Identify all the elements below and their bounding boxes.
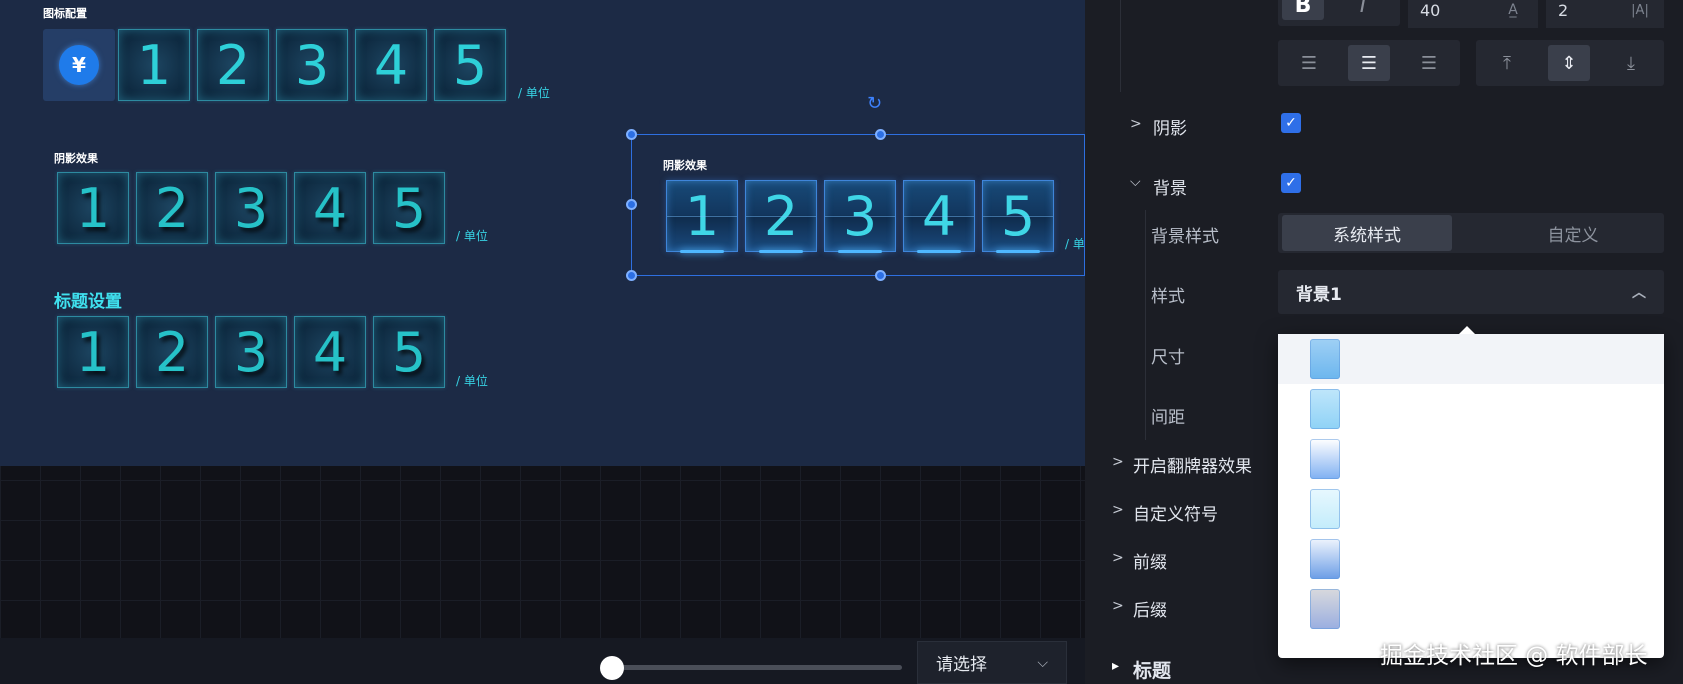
chevron-right-icon[interactable]: > [1112, 502, 1124, 518]
bg-swatch [1310, 589, 1340, 629]
rotate-handle-icon[interactable]: ↻ [867, 93, 882, 114]
resize-handle-left[interactable] [626, 199, 637, 210]
style-dropdown [1278, 326, 1664, 658]
zoom-slider-thumb[interactable] [600, 656, 624, 680]
block-caption-icon-config: 图标配置 [43, 7, 87, 20]
shadow-section-label[interactable]: 阴影 [1153, 114, 1187, 139]
align-middle-icon[interactable]: ⇕ [1548, 45, 1590, 81]
letter-spacing-icon: |A| [1616, 0, 1664, 28]
digit-card: 2 [136, 172, 208, 244]
style-label: 样式 [1151, 287, 1185, 307]
align-bottom-icon[interactable]: ⤓ [1610, 45, 1652, 81]
align-left-icon[interactable]: ☰ [1288, 45, 1330, 81]
bg-style-segmented: 系统样式 自定义 [1278, 213, 1664, 253]
bg-swatch [1310, 489, 1340, 529]
digit-card: 5 [373, 316, 445, 388]
style-select[interactable]: 背景1 ︿ [1278, 270, 1664, 314]
digit-card: 5 [373, 172, 445, 244]
digit-card: 4 [294, 172, 366, 244]
digit-card: 1 [57, 172, 129, 244]
digit-card: 3 [276, 29, 348, 101]
style-option[interactable] [1278, 484, 1664, 534]
bold-button[interactable]: B [1282, 0, 1324, 20]
bg-swatch [1310, 539, 1340, 579]
shadow-checkbox[interactable]: ✓ [1281, 113, 1301, 133]
digit-card: 3 [215, 316, 287, 388]
size-label: 尺寸 [1151, 348, 1185, 368]
caret-right-icon[interactable]: ▸ [1112, 658, 1119, 674]
font-style-group: B I [1278, 0, 1400, 26]
resize-handle-top[interactable] [875, 129, 886, 140]
digit-card: 4 [355, 29, 427, 101]
tree-guide [1120, 0, 1121, 92]
resize-handle-bottom[interactable] [875, 270, 886, 281]
tree-guide [1145, 210, 1146, 440]
prefix-section-label[interactable]: 前缀 [1133, 548, 1167, 573]
watermark: 掘金技术社区 @ 软件部长 [1380, 643, 1648, 669]
unit-label: / 单位 [456, 229, 488, 243]
block-caption-shadow: 阴影效果 [54, 152, 98, 165]
bg-swatch [1310, 389, 1340, 429]
style-option[interactable] [1278, 384, 1664, 434]
suffix-section-label[interactable]: 后缀 [1133, 596, 1167, 621]
letter-spacing-value: 2 [1558, 0, 1569, 20]
style-option[interactable] [1278, 434, 1664, 484]
chevron-right-icon[interactable]: > [1112, 598, 1124, 614]
digit-card: 2 [197, 29, 269, 101]
chevron-down-icon[interactable]: ⌵ [1130, 174, 1141, 190]
bg-swatch [1310, 339, 1340, 379]
background-section-label[interactable]: 背景 [1153, 174, 1187, 199]
chevron-right-icon[interactable]: > [1112, 550, 1124, 566]
bg-style-option-custom[interactable]: 自定义 [1488, 215, 1658, 251]
align-top-icon[interactable]: ⤒ [1486, 45, 1528, 81]
unit-label: / 单位 [456, 374, 488, 388]
title-section-label[interactable]: 标题 [1133, 656, 1171, 683]
artboard[interactable]: 图标配置 ¥ 1 2 3 4 5 / 单位 阴影效果 1 2 3 4 5 / 单… [0, 0, 1085, 466]
zoom-slider-track[interactable] [612, 665, 902, 670]
gap-label: 间距 [1151, 408, 1185, 428]
flip-effect-section-label[interactable]: 开启翻牌器效果 [1133, 452, 1252, 477]
unit-label: / 单位 [518, 86, 550, 100]
canvas-select-value: 请选择 [936, 655, 987, 675]
align-center-icon[interactable]: ☰ [1348, 45, 1390, 81]
chevron-down-icon: ⌵ [1037, 654, 1048, 671]
chevron-up-icon: ︿ [1632, 285, 1646, 301]
style-option[interactable] [1278, 534, 1664, 584]
yuan-coin-icon: ¥ [59, 45, 99, 85]
resize-handle-top-left[interactable] [626, 129, 637, 140]
bg-style-label: 背景样式 [1151, 227, 1219, 247]
letter-spacing-input[interactable]: 2 [1546, 0, 1616, 28]
align-right-icon[interactable]: ☰ [1408, 45, 1450, 81]
digit-card: 1 [118, 29, 190, 101]
horizontal-align-group: ☰ ☰ ☰ [1278, 40, 1460, 86]
chevron-right-icon[interactable]: > [1112, 454, 1124, 470]
vertical-align-group: ⤒ ⇕ ⤓ [1476, 40, 1664, 86]
digit-card: 1 [57, 316, 129, 388]
resize-handle-bottom-left[interactable] [626, 270, 637, 281]
icon-badge: ¥ [43, 29, 115, 101]
font-size-value: 40 [1420, 0, 1441, 20]
italic-button[interactable]: I [1342, 0, 1384, 20]
style-option[interactable] [1278, 334, 1664, 384]
digit-card: 3 [215, 172, 287, 244]
bg-style-option-system[interactable]: 系统样式 [1282, 215, 1452, 251]
font-size-icon: A̲ [1488, 0, 1538, 28]
chevron-right-icon[interactable]: > [1130, 116, 1142, 132]
custom-symbol-section-label[interactable]: 自定义符号 [1133, 500, 1218, 525]
bg-swatch [1310, 439, 1340, 479]
style-select-value: 背景1 [1296, 284, 1342, 305]
flip-number-group[interactable]: 1 2 3 4 5 [57, 172, 452, 244]
flip-number-group[interactable]: 1 2 3 4 5 [118, 29, 513, 101]
canvas-select[interactable]: 请选择 ⌵ [917, 641, 1067, 684]
digit-card: 2 [136, 316, 208, 388]
font-size-input[interactable]: 40 [1408, 0, 1488, 28]
flip-number-group[interactable]: 1 2 3 4 5 [57, 316, 452, 388]
block-caption-title: 标题设置 [54, 292, 122, 312]
style-option[interactable] [1278, 584, 1664, 634]
digit-card: 4 [294, 316, 366, 388]
selection-frame[interactable] [631, 134, 1085, 276]
background-checkbox[interactable]: ✓ [1281, 173, 1301, 193]
digit-card: 5 [434, 29, 506, 101]
